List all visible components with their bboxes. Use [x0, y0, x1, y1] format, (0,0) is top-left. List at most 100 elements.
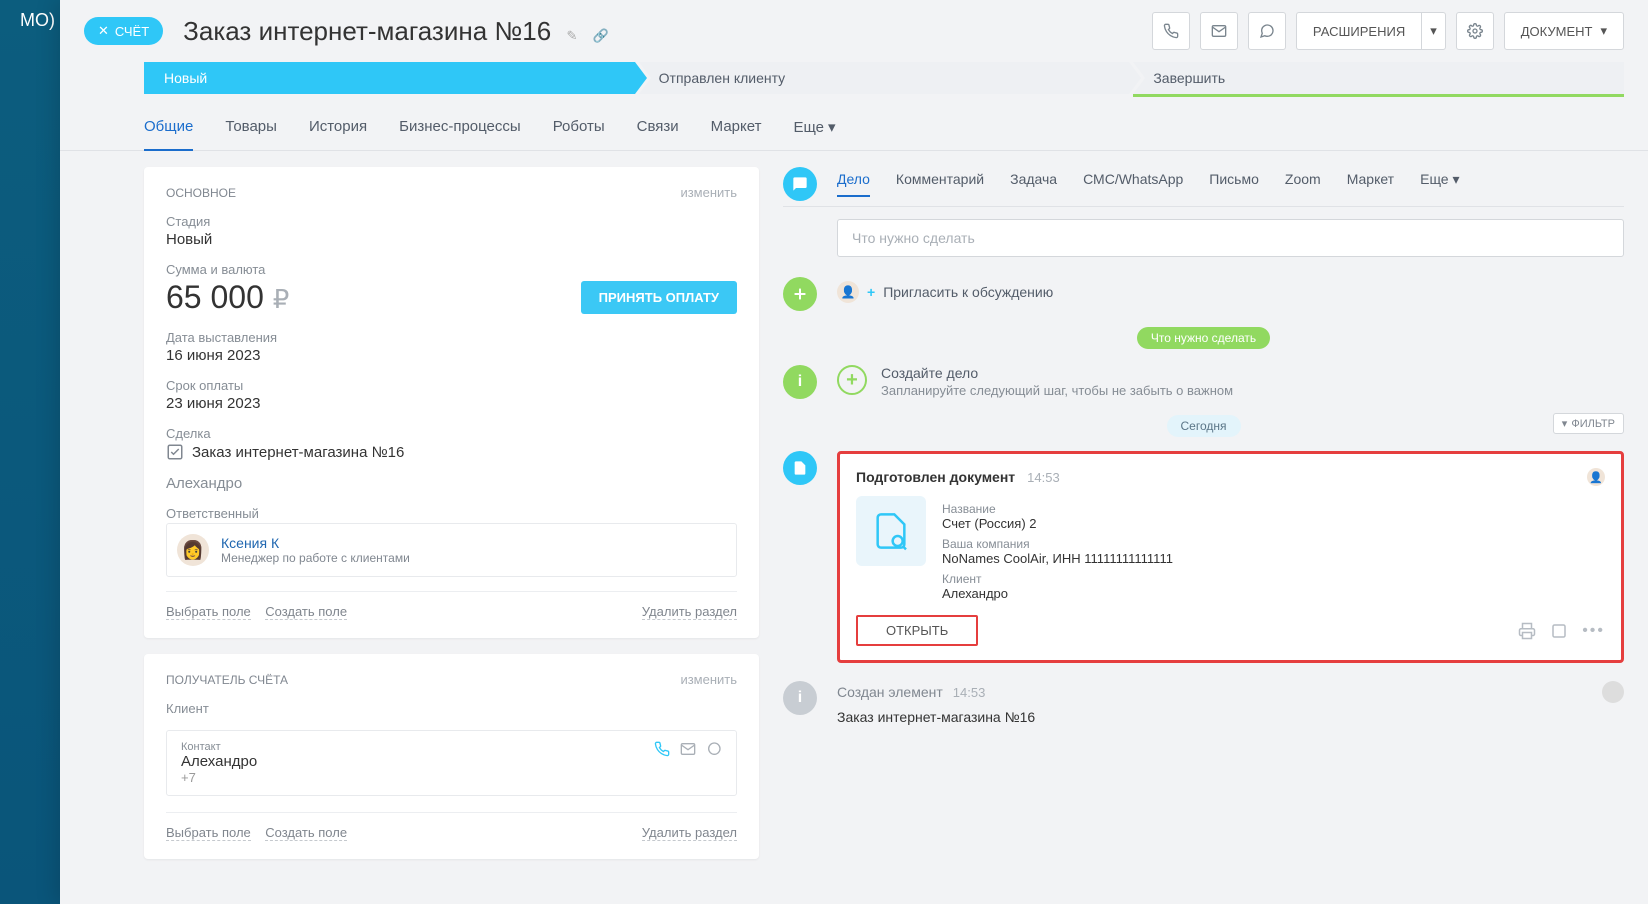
stage-done[interactable]: Завершить	[1133, 62, 1624, 94]
doc-client-label: Клиент	[942, 572, 1173, 586]
invite-link[interactable]: 👤 + Пригласить к обсуждению	[837, 277, 1624, 307]
document-preview-icon	[871, 511, 911, 551]
created-title: Создан элемент	[837, 684, 943, 700]
tab-links[interactable]: Связи	[637, 112, 679, 150]
recipient-title: ПОЛУЧАТЕЛЬ СЧЁТА	[166, 673, 288, 687]
create-activity-sub: Запланируйте следующий шаг, чтобы не заб…	[881, 383, 1233, 398]
page-title-text: Заказ интернет-магазина №16	[183, 16, 551, 46]
contact-phone-icon[interactable]	[654, 741, 670, 757]
tab-more[interactable]: Еще▾	[793, 112, 835, 150]
print-icon[interactable]	[1518, 622, 1536, 640]
doc-name-value: Счет (Россия) 2	[942, 516, 1173, 531]
timeline-main-icon	[783, 167, 817, 201]
ttab-activity[interactable]: Дело	[837, 171, 870, 196]
document-event-row: Подготовлен документ 14:53 👤 Название	[783, 451, 1624, 663]
stage-field-value: Новый	[166, 231, 737, 248]
info-grey-icon: i	[783, 681, 817, 715]
close-pill[interactable]: ✕ СЧЁТ	[84, 17, 163, 45]
create-activity-row: i + Создайте дело Запланируйте следующий…	[783, 365, 1624, 399]
issue-label: Дата выставления	[166, 330, 737, 345]
filter-button[interactable]: ▾ ФИЛЬТР	[1553, 413, 1624, 434]
contact-phone: +7	[181, 770, 257, 785]
timeline: Дело Комментарий Задача СМС/WhatsApp Пис…	[783, 167, 1624, 725]
stage-sent[interactable]: Отправлен клиенту	[639, 62, 1130, 94]
gear-icon	[1467, 23, 1483, 39]
tab-market[interactable]: Маркет	[711, 112, 762, 150]
create-field-link-2[interactable]: Создать поле	[265, 825, 347, 841]
left-column: ОСНОВНОЕ изменить Стадия Новый Сумма и в…	[144, 167, 759, 859]
settings-button[interactable]	[1456, 12, 1494, 50]
amount-label: Сумма и валюта	[166, 262, 737, 277]
ttab-market[interactable]: Маркет	[1347, 171, 1394, 196]
create-activity-title: Создайте дело	[881, 365, 1233, 381]
tab-robots[interactable]: Роботы	[553, 112, 605, 150]
client-label: Клиент	[166, 701, 737, 716]
filter-label: ФИЛЬТР	[1571, 418, 1615, 430]
due-value: 23 июня 2023	[166, 395, 737, 412]
note-icon[interactable]	[1550, 622, 1568, 640]
tab-history[interactable]: История	[309, 112, 367, 150]
chevron-down-icon: ▾	[1453, 171, 1460, 187]
invite-text: Пригласить к обсуждению	[883, 284, 1053, 300]
responsible-label: Ответственный	[166, 506, 737, 521]
document-button[interactable]: ДОКУМЕНТ ▾	[1504, 12, 1624, 50]
chat-button[interactable]	[1248, 12, 1286, 50]
contact-mail-icon[interactable]	[680, 741, 696, 757]
accept-payment-button[interactable]: ПРИНЯТЬ ОПЛАТУ	[581, 281, 737, 314]
body: ОСНОВНОЕ изменить Стадия Новый Сумма и в…	[60, 151, 1648, 875]
phone-button[interactable]	[1152, 12, 1190, 50]
doc-client-value: Алехандро	[942, 586, 1173, 601]
document-icon	[783, 451, 817, 485]
extensions-dropdown[interactable]: ▾	[1421, 12, 1446, 50]
doc-time: 14:53	[1027, 470, 1060, 485]
right-column: Дело Комментарий Задача СМС/WhatsApp Пис…	[783, 167, 1624, 725]
phone-icon	[1163, 23, 1179, 39]
tab-general[interactable]: Общие	[144, 112, 193, 150]
delete-section-link[interactable]: Удалить раздел	[642, 604, 737, 620]
close-icon: ✕	[98, 23, 109, 39]
delete-section-link-2[interactable]: Удалить раздел	[642, 825, 737, 841]
deal-link[interactable]: Заказ интернет-магазина №16	[166, 443, 737, 461]
doc-thumbnail[interactable]	[856, 496, 926, 566]
deal-value: Заказ интернет-магазина №16	[192, 444, 404, 461]
mail-button[interactable]	[1200, 12, 1238, 50]
open-document-button[interactable]: ОТКРЫТЬ	[856, 615, 978, 646]
extensions-split: РАСШИРЕНИЯ ▾	[1296, 12, 1446, 50]
ttab-more-label: Еще	[1420, 171, 1449, 187]
contact-box[interactable]: Контакт Алехандро +7	[166, 730, 737, 796]
todo-input[interactable]	[837, 219, 1624, 257]
ttab-zoom[interactable]: Zoom	[1285, 171, 1321, 196]
extra-name: Алехандро	[166, 475, 737, 492]
created-name: Заказ интернет-магазина №16	[837, 709, 1624, 725]
stage-new[interactable]: Новый	[144, 62, 635, 94]
avatar: 👩	[177, 534, 209, 566]
responsible-user[interactable]: 👩 Ксения К Менеджер по работе с клиентам…	[166, 523, 737, 577]
ttab-more[interactable]: Еще ▾	[1420, 171, 1459, 196]
select-field-link[interactable]: Выбрать поле	[166, 604, 251, 620]
contact-chat-icon[interactable]	[706, 741, 722, 757]
edit-recipient[interactable]: изменить	[680, 672, 737, 687]
contact-label: Контакт	[181, 741, 257, 753]
more-icon[interactable]: •••	[1582, 622, 1605, 640]
tab-more-label: Еще	[793, 119, 824, 136]
create-field-link[interactable]: Создать поле	[265, 604, 347, 620]
amount-number: 65 000	[166, 279, 264, 315]
ttab-mail[interactable]: Письмо	[1209, 171, 1259, 196]
select-field-link-2[interactable]: Выбрать поле	[166, 825, 251, 841]
tab-products[interactable]: Товары	[225, 112, 277, 150]
extensions-button[interactable]: РАСШИРЕНИЯ	[1296, 12, 1421, 50]
tab-bp[interactable]: Бизнес-процессы	[399, 112, 521, 150]
link-icon[interactable]: 🔗	[593, 28, 609, 43]
edit-title-icon[interactable]: ✎	[566, 28, 577, 43]
today-pill: Сегодня	[1167, 415, 1241, 437]
plus-icon[interactable]	[783, 277, 817, 311]
add-activity-icon[interactable]: +	[837, 365, 867, 395]
page-title: Заказ интернет-магазина №16 ✎ 🔗	[183, 16, 1152, 47]
ttab-comment[interactable]: Комментарий	[896, 171, 984, 196]
doc-company-label: Ваша компания	[942, 537, 1173, 551]
edit-main[interactable]: изменить	[680, 185, 737, 200]
ruble-icon: ₽	[273, 284, 290, 314]
ttab-task[interactable]: Задача	[1010, 171, 1057, 196]
ttab-sms[interactable]: СМС/WhatsApp	[1083, 171, 1183, 196]
main-card-title: ОСНОВНОЕ	[166, 186, 236, 200]
